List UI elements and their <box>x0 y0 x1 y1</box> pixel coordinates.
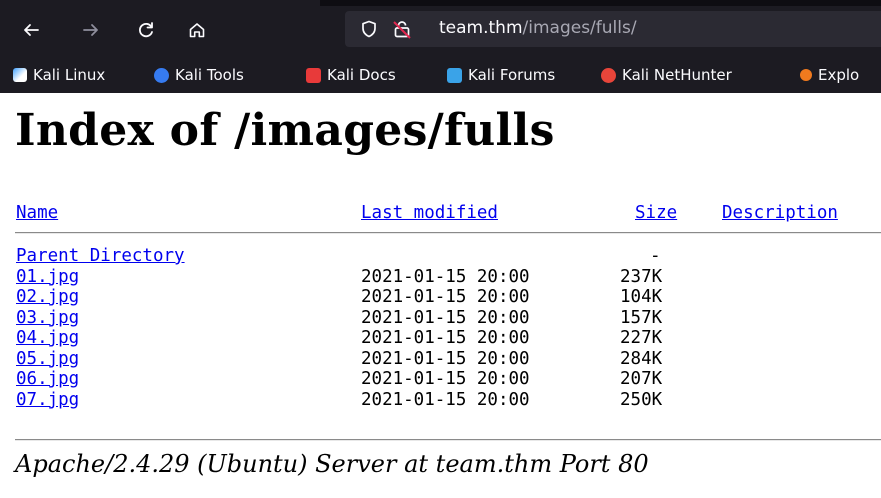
back-arrow-icon <box>24 24 39 36</box>
sort-by-description-link[interactable]: Description <box>722 203 838 223</box>
url-text[interactable]: team.thm/images/fulls/ <box>439 18 637 38</box>
bookmark-label: Kali Tools <box>175 66 244 84</box>
bookmark-label: Kali Forums <box>468 66 556 84</box>
sort-by-size-link[interactable]: Size <box>635 203 677 223</box>
kali-docs-icon <box>306 67 321 83</box>
footer-divider <box>15 439 881 441</box>
tab-strip <box>0 0 881 6</box>
parent-directory-link[interactable]: Parent Directory <box>16 246 185 267</box>
kali-tools-icon <box>154 67 169 83</box>
forward-arrow-icon <box>83 24 98 36</box>
header-divider <box>15 232 881 234</box>
url-path: /images/fulls/ <box>522 18 637 38</box>
navigation-bar: team.thm/images/fulls/ <box>0 10 881 50</box>
file-link[interactable]: 03.jpg <box>16 308 79 329</box>
file-date: 2021-01-15 20:00 <box>361 389 530 410</box>
file-date: 2021-01-15 20:00 <box>361 287 530 307</box>
bookmark-kali-nethunter[interactable]: Kali NetHunter <box>601 64 732 86</box>
page-content: Index of /images/fulls Name Last modifie… <box>0 93 881 498</box>
kali-forums-icon <box>447 67 462 83</box>
file-date: 2021-01-15 20:00 <box>361 348 530 369</box>
url-host: team.thm <box>439 18 523 38</box>
file-link[interactable]: 06.jpg <box>16 369 79 390</box>
file-link[interactable]: 01.jpg <box>16 267 79 288</box>
bookmark-exploit-db[interactable]: Explo <box>800 64 859 86</box>
file-link[interactable]: 02.jpg <box>16 287 79 308</box>
file-size: 157K <box>620 307 663 328</box>
file-size: 284K <box>620 348 663 369</box>
page-title: Index of /images/fulls <box>15 105 555 156</box>
tracking-protection-shield-icon[interactable] <box>359 19 379 39</box>
file-size: 227K <box>620 328 663 348</box>
file-link[interactable]: 05.jpg <box>16 349 79 370</box>
bookmark-label: Kali Docs <box>327 66 396 84</box>
home-icon <box>189 23 205 38</box>
sort-by-name-link[interactable]: Name <box>16 203 58 223</box>
file-size: 207K <box>620 369 663 389</box>
insecure-connection-lock-icon[interactable] <box>392 19 412 39</box>
bookmark-kali-tools[interactable]: Kali Tools <box>154 64 244 86</box>
url-bar[interactable]: team.thm/images/fulls/ <box>345 11 881 47</box>
kali-nethunter-icon <box>601 67 616 83</box>
file-size: - <box>650 246 661 266</box>
file-size: 104K <box>620 287 663 307</box>
exploit-db-icon <box>800 69 812 81</box>
bookmark-kali-forums[interactable]: Kali Forums <box>447 64 555 86</box>
kali-linux-icon <box>13 68 27 82</box>
file-date: 2021-01-15 20:00 <box>361 266 530 287</box>
browser-chrome: team.thm/images/fulls/ Kali Linux Kali T… <box>0 0 881 93</box>
home-button[interactable] <box>181 14 213 46</box>
file-date: 2021-01-15 20:00 <box>361 328 530 348</box>
file-date: 2021-01-15 20:00 <box>361 369 530 389</box>
file-date: 2021-01-15 20:00 <box>361 307 530 328</box>
bookmark-label: Kali Linux <box>33 66 106 84</box>
bookmark-kali-linux[interactable]: Kali Linux <box>13 64 105 86</box>
bookmarks-toolbar: Kali Linux Kali Tools Kali Docs Kali For… <box>0 58 881 92</box>
bookmark-label: Explo <box>818 66 860 84</box>
reload-icon <box>139 22 153 38</box>
bookmark-kali-docs[interactable]: Kali Docs <box>306 64 396 86</box>
sort-by-last-modified-link[interactable]: Last modified <box>361 203 498 223</box>
active-tab[interactable] <box>0 0 320 6</box>
forward-button[interactable] <box>75 14 107 46</box>
server-signature: Apache/2.4.29 (Ubuntu) Server at team.th… <box>15 450 649 478</box>
back-button[interactable] <box>15 14 47 46</box>
file-size: 237K <box>620 266 663 287</box>
bookmark-label: Kali NetHunter <box>622 66 732 84</box>
file-link[interactable]: 04.jpg <box>16 328 79 349</box>
file-size: 250K <box>620 389 663 410</box>
file-link[interactable]: 07.jpg <box>16 390 79 411</box>
reload-button[interactable] <box>130 14 162 46</box>
